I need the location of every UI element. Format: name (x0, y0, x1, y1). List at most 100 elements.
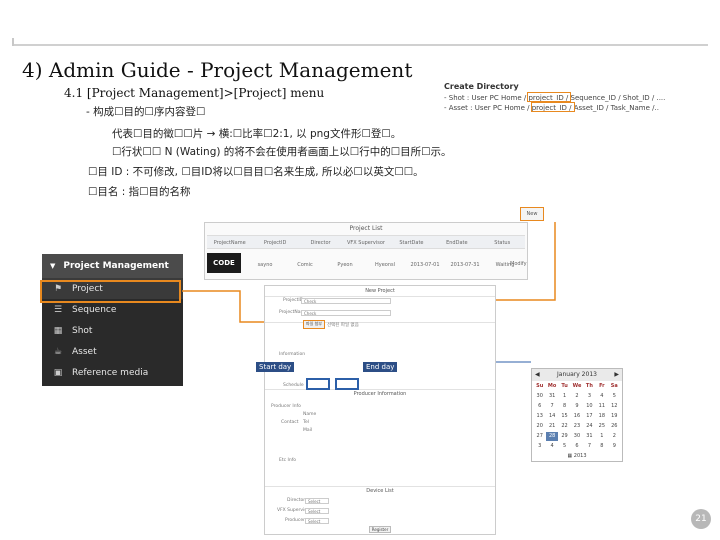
sidebar-item-asset[interactable]: ☕ Asset (42, 341, 183, 362)
column-header[interactable]: Director (298, 236, 343, 248)
calendar-weekday: Sa (610, 383, 618, 389)
table-cell: 2013-07-31 (450, 262, 480, 268)
calendar-day[interactable]: 1 (596, 432, 607, 441)
column-header[interactable]: VFX Supervisor (343, 236, 388, 248)
film-icon: ▦ (53, 325, 63, 336)
etc-info-label: Etc Info (279, 458, 297, 463)
calendar-day[interactable]: 13 (534, 412, 545, 421)
calendar-day[interactable]: 12 (609, 402, 620, 411)
column-header[interactable]: ProjectID (252, 236, 297, 248)
calendar-day[interactable]: 11 (596, 402, 607, 411)
calendar-day[interactable]: 24 (584, 422, 595, 431)
contact-label: Contact (281, 420, 299, 425)
calendar-day[interactable]: 7 (546, 402, 557, 411)
calendar-day[interactable]: 8 (559, 402, 570, 411)
calendar-day[interactable]: 4 (546, 442, 557, 451)
calendar-day[interactable]: 30 (534, 392, 545, 401)
column-header[interactable]: EndDate (434, 236, 479, 248)
upload-hint: 선택된 파일 없음 (327, 323, 359, 328)
calendar-day[interactable]: 17 (584, 412, 595, 421)
calendar-day[interactable]: 1 (559, 392, 570, 401)
vfx-supervisor-select[interactable]: Select (305, 508, 329, 514)
project-item-highlight (40, 280, 181, 303)
table-row[interactable]: sayno Comic Pyeon Hyeonsl 2013-07-01 201… (207, 253, 525, 277)
calendar-day[interactable]: 9 (571, 402, 582, 411)
page-number: 21 (691, 509, 711, 529)
table-cell: Pyeon (337, 262, 353, 268)
producer-info-label: Producer Info (271, 404, 301, 409)
calendar-day[interactable]: 30 (571, 432, 582, 441)
calendar-day[interactable]: 19 (609, 412, 620, 421)
producer-select[interactable]: Select (305, 518, 329, 524)
column-header[interactable]: StartDate (389, 236, 434, 248)
calendar-day[interactable]: 23 (571, 422, 582, 431)
sidebar-item-reference-media[interactable]: ▣ Reference media (42, 362, 183, 383)
calendar-day[interactable]: 20 (534, 422, 545, 431)
body-line-2: 代表☐目的徵☐☐片 → 横:☐比率☐2:1, 以 png文件形☐登☐。 (112, 128, 402, 140)
calendar-day[interactable]: 2 (609, 432, 620, 441)
form-title: New Project (365, 288, 395, 294)
sidebar-header[interactable]: ▼ Project Management (42, 254, 183, 278)
calendar-day[interactable]: 21 (546, 422, 557, 431)
calendar-day[interactable]: 18 (596, 412, 607, 421)
calendar-day[interactable]: 4 (596, 392, 607, 401)
sidebar-item-shot[interactable]: ▦ Shot (42, 320, 183, 341)
form-divider (265, 486, 495, 487)
file-upload-button[interactable]: 파일 첨부 (303, 320, 325, 329)
calendar-day[interactable]: 3 (534, 442, 545, 451)
column-header[interactable]: Status (480, 236, 525, 248)
start-date-input[interactable] (306, 378, 330, 390)
body-line-4: ☐目 ID : 不可修改, ☐目ID将以☐目目☐名来生成, 所以必☐以英文☐☐。 (88, 166, 424, 178)
sidebar: ▼ Project Management ⚑ Project ☰ Sequenc… (42, 254, 183, 386)
calendar-day[interactable]: 8 (596, 442, 607, 451)
calendar-weekday: Mo (547, 383, 557, 389)
sidebar-header-label: Project Management (63, 261, 169, 271)
calendar-day[interactable]: 22 (559, 422, 570, 431)
calendar-day[interactable]: 15 (559, 412, 570, 421)
director-select[interactable]: Select (305, 498, 329, 504)
calendar-day[interactable]: 14 (546, 412, 557, 421)
page-subtitle: 4.1 [Project Management]>[Project] menu (64, 86, 325, 100)
sidebar-item-label: Reference media (72, 367, 149, 378)
calendar-day[interactable]: 3 (584, 392, 595, 401)
project-list-panel: Project List ProjectName ProjectID Direc… (204, 222, 528, 280)
calendar-day[interactable]: 9 (609, 442, 620, 451)
calendar-day[interactable]: 31 (584, 432, 595, 441)
project-list-header: ProjectName ProjectID Director VFX Super… (207, 235, 525, 249)
schedule-label: Schedule (283, 383, 304, 388)
calendar-day[interactable]: 31 (546, 392, 557, 401)
list-icon: ☰ (53, 304, 63, 315)
calendar-day[interactable]: 29 (559, 432, 570, 441)
calendar-day[interactable]: 26 (609, 422, 620, 431)
calendar-day[interactable]: 7 (584, 442, 595, 451)
project-name-input[interactable]: Check (301, 310, 391, 316)
calendar-day[interactable]: 25 (596, 422, 607, 431)
table-cell: Comic (297, 262, 313, 268)
calendar-footer[interactable]: ▦ 2013 (532, 453, 622, 459)
calendar-day[interactable]: 27 (534, 432, 545, 441)
calendar-day[interactable]: 10 (584, 402, 595, 411)
modify-link[interactable]: Modify (510, 261, 527, 267)
chevron-right-icon[interactable]: ▶ (614, 369, 622, 381)
form-divider (265, 389, 495, 390)
calendar-weekday: Fr (599, 383, 605, 389)
end-date-input[interactable] (335, 378, 359, 390)
project-list-title: Project List (349, 225, 383, 232)
calendar-weekday: We (572, 383, 582, 389)
calendar-day[interactable]: 28 (546, 432, 558, 441)
calendar-day[interactable]: 2 (571, 392, 582, 401)
calendar-day[interactable]: 16 (571, 412, 582, 421)
calendar-year: 2013 (573, 453, 587, 459)
project-id-input[interactable]: Check (301, 298, 391, 304)
body-line-1: - 构成☐目的☐序内容登☐ (86, 106, 206, 118)
device-label-director: Director (287, 498, 306, 503)
calendar-day[interactable]: 6 (534, 402, 545, 411)
calendar-day[interactable]: 5 (559, 442, 570, 451)
chevron-left-icon[interactable]: ◀ (532, 369, 540, 381)
calendar-day[interactable]: 6 (571, 442, 582, 451)
calendar-weekday: Tu (561, 383, 568, 389)
column-header[interactable]: ProjectName (207, 236, 252, 248)
register-button[interactable]: Register (369, 526, 391, 533)
new-button[interactable]: New (520, 207, 544, 221)
calendar-day[interactable]: 5 (609, 392, 620, 401)
